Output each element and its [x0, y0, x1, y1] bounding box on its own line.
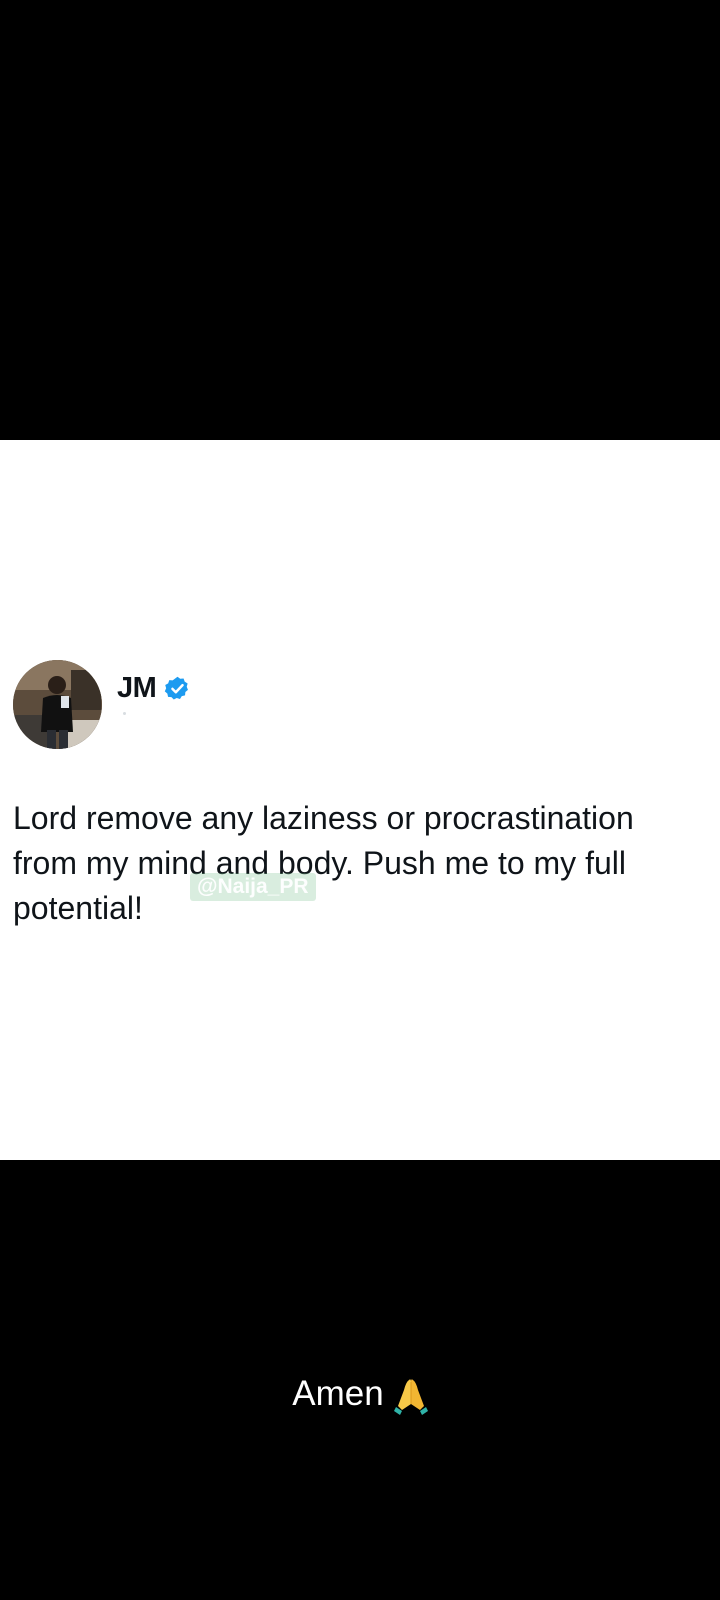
- author-name[interactable]: JM: [117, 672, 157, 705]
- handle-placeholder: [123, 712, 126, 715]
- screen: JM Lord remove any laziness or procrasti…: [0, 0, 720, 1600]
- watermark: @Naija_PR: [190, 873, 316, 901]
- verified-badge-icon: [164, 675, 191, 702]
- praying-hands-icon: [393, 1376, 428, 1416]
- caption-text: Amen: [292, 1374, 384, 1413]
- author-row: JM: [117, 668, 191, 708]
- avatar-photo: [13, 660, 102, 749]
- caption: Amen: [0, 1372, 720, 1416]
- avatar[interactable]: [13, 660, 102, 749]
- tweet-card: JM Lord remove any laziness or procrasti…: [0, 440, 720, 1160]
- tweet-text: Lord remove any laziness or procrastinat…: [13, 800, 634, 926]
